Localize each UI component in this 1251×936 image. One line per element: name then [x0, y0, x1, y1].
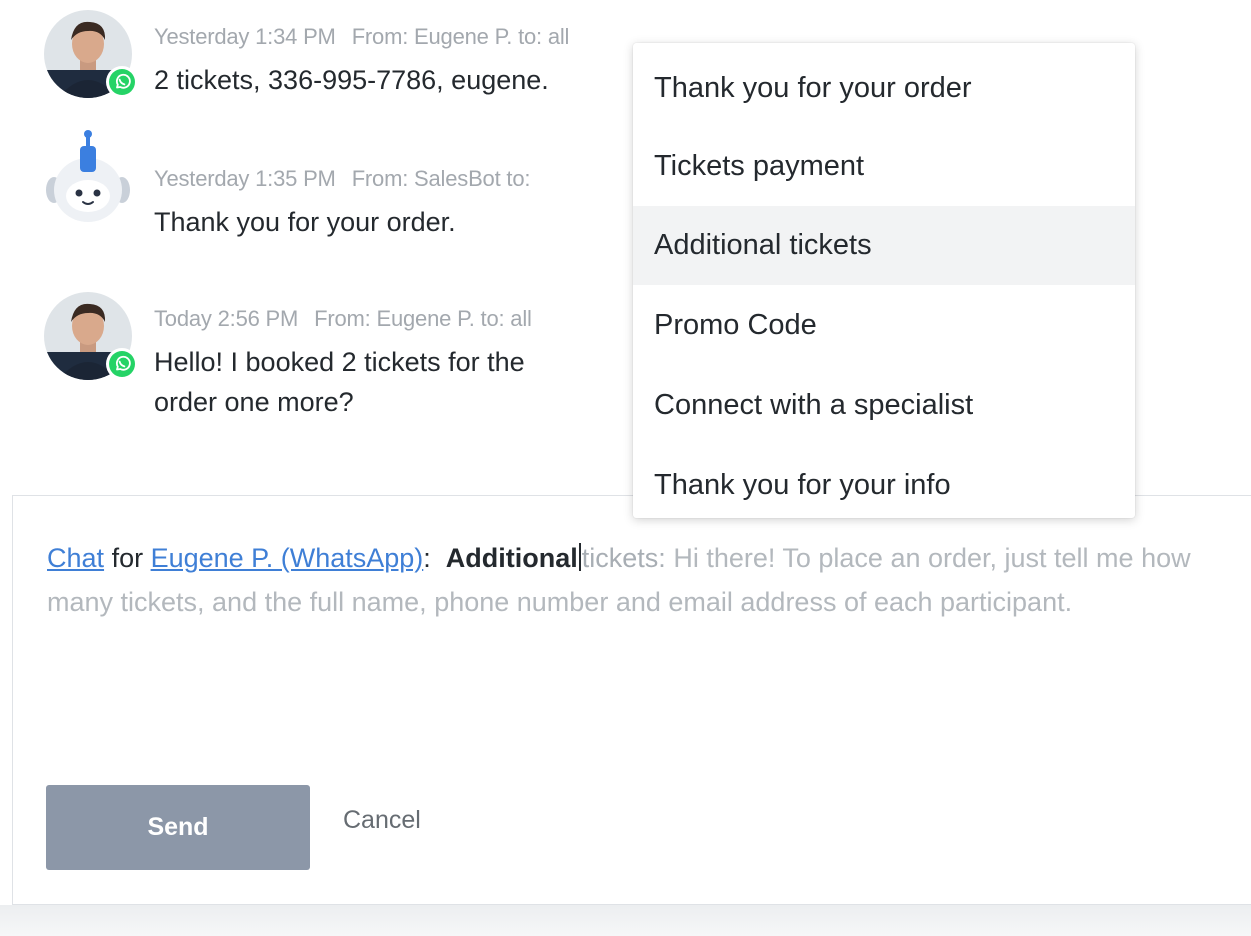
message-timestamp: Today 2:56 PM	[154, 306, 299, 331]
message-text: Hello! I booked 2 tickets for the order …	[154, 342, 624, 422]
text-caret	[578, 543, 581, 571]
message-sender: From: SalesBot to:	[351, 166, 531, 191]
message-sender: From: Eugene P. to: all	[351, 24, 570, 49]
send-button[interactable]: Send	[46, 785, 310, 870]
footer-shadow	[0, 905, 1251, 936]
user-avatar[interactable]	[44, 10, 138, 98]
template-dropdown[interactable]: Thank you for your order Tickets payment…	[633, 43, 1135, 518]
template-item-promo-code[interactable]: Promo Code	[633, 286, 1135, 365]
robot-avatar-icon	[46, 130, 130, 222]
chat-link[interactable]: Chat	[47, 543, 104, 573]
suggestion-title: tickets:	[581, 543, 666, 573]
template-item-additional-tickets[interactable]: Additional tickets	[633, 206, 1135, 285]
message-meta: Yesterday 1:35 PM From: SalesBot to:	[154, 166, 530, 192]
whatsapp-icon	[106, 348, 138, 380]
message-sender: From: Eugene P. to: all	[314, 306, 532, 331]
message-text: Thank you for your order.	[154, 207, 456, 237]
message-text-line: Hello! I booked 2 tickets for the	[154, 347, 525, 377]
cancel-button[interactable]: Cancel	[343, 806, 421, 835]
template-item-thank-you-info[interactable]: Thank you for your info	[633, 446, 1135, 525]
bot-avatar[interactable]	[44, 130, 132, 240]
message-meta: Today 2:56 PM From: Eugene P. to: all	[154, 306, 532, 332]
colon-label: :	[423, 543, 431, 573]
reply-composer[interactable]: Chat for Eugene P. (WhatsApp): Additiona…	[12, 495, 1251, 905]
message-meta: Yesterday 1:34 PM From: Eugene P. to: all	[154, 24, 569, 50]
template-item-connect-specialist[interactable]: Connect with a specialist	[633, 366, 1135, 445]
message-text-line: order one more?	[154, 387, 354, 417]
recipient-link[interactable]: Eugene P. (WhatsApp)	[151, 543, 424, 573]
user-avatar[interactable]	[44, 292, 138, 380]
typed-text: Additional	[445, 543, 578, 573]
whatsapp-icon	[106, 66, 138, 98]
message-timestamp: Yesterday 1:34 PM	[154, 24, 336, 49]
composer-input[interactable]: Chat for Eugene P. (WhatsApp): Additiona…	[47, 536, 1251, 624]
for-label: for	[111, 543, 144, 573]
template-item-tickets-payment[interactable]: Tickets payment	[633, 127, 1135, 206]
message-text: 2 tickets, 336-995-7786, eugene.	[154, 65, 549, 95]
message-timestamp: Yesterday 1:35 PM	[154, 166, 336, 191]
template-item-thank-you-order[interactable]: Thank you for your order	[633, 49, 1135, 128]
